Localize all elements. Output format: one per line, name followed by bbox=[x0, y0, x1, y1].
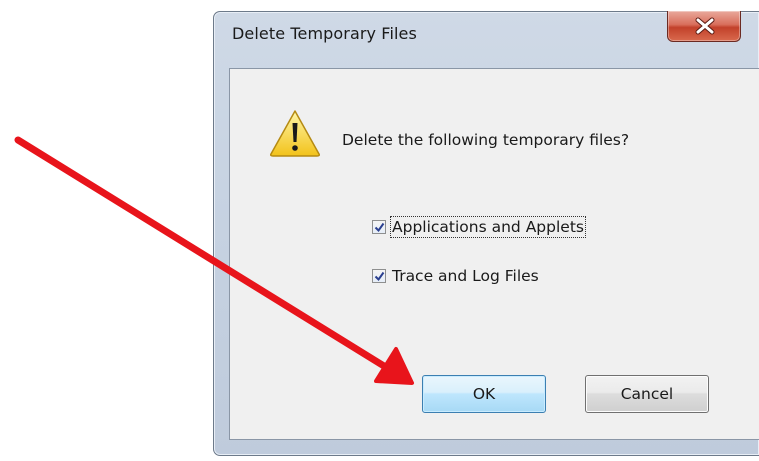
close-icon bbox=[695, 17, 715, 35]
option-applications-and-applets[interactable]: Applications and Applets bbox=[372, 216, 586, 238]
cancel-button[interactable]: Cancel bbox=[585, 375, 709, 413]
screenshot-stage: Delete Temporary Files Delete the follow… bbox=[0, 0, 759, 461]
delete-temp-files-dialog: Delete Temporary Files Delete the follow… bbox=[213, 11, 759, 456]
close-button[interactable] bbox=[667, 11, 741, 42]
ok-button[interactable]: OK bbox=[422, 375, 546, 413]
checkmark-icon bbox=[374, 271, 385, 282]
confirmation-message: Delete the following temporary files? bbox=[342, 131, 630, 149]
trace-log-label[interactable]: Trace and Log Files bbox=[392, 267, 539, 285]
dialog-content: Delete the following temporary files? Ap… bbox=[229, 68, 759, 440]
checkmark-icon bbox=[374, 222, 385, 233]
warning-icon bbox=[270, 110, 320, 157]
option-trace-and-log-files[interactable]: Trace and Log Files bbox=[372, 266, 539, 286]
applications-checkbox[interactable] bbox=[372, 220, 386, 234]
trace-log-checkbox[interactable] bbox=[372, 269, 386, 283]
dialog-title: Delete Temporary Files bbox=[232, 24, 417, 43]
applications-label[interactable]: Applications and Applets bbox=[390, 216, 586, 238]
